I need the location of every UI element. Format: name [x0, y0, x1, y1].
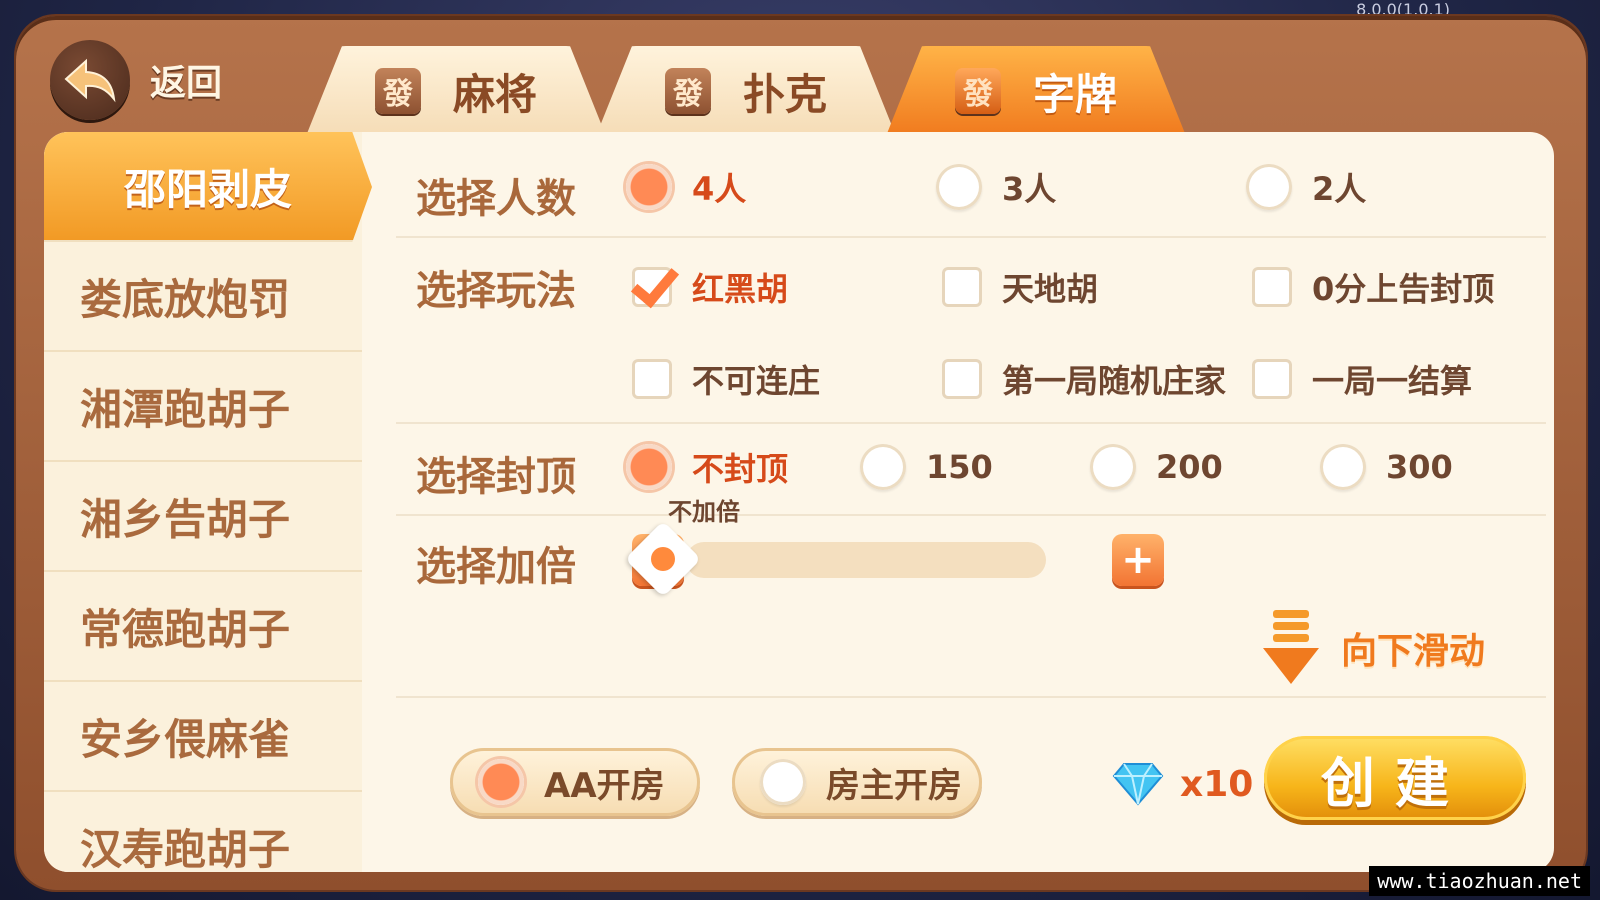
- radio-icon: [1246, 164, 1292, 210]
- cap-option-none[interactable]: 不封顶: [626, 444, 788, 490]
- tab-label: 麻将: [452, 69, 537, 119]
- scroll-hint-label: 向下滑动: [1341, 631, 1486, 672]
- checkbox-random-first-dealer[interactable]: 第一局随机庄家: [942, 356, 1226, 402]
- radio-icon: [1090, 444, 1136, 490]
- down-arrow-icon: [1263, 610, 1319, 684]
- cost-label: x10: [1180, 763, 1254, 805]
- cap-option-300[interactable]: 300: [1320, 444, 1453, 490]
- play-mode-row: 选择玩法 红黑胡 天地胡 0分上告封顶 不可连庄 第一局随机庄家 一局一结算: [396, 236, 1546, 424]
- fa-tile-icon: 發: [954, 68, 1001, 114]
- checkbox-tiandihu[interactable]: 天地胡: [942, 264, 1098, 310]
- cap-option-150[interactable]: 150: [860, 444, 993, 490]
- checkbox-per-round-settle[interactable]: 一局一结算: [1252, 356, 1472, 402]
- tab-label: 扑克: [742, 69, 827, 119]
- option-label: AA开房: [544, 765, 665, 806]
- checkbox-no-consecutive-dealer[interactable]: 不可连庄: [632, 356, 820, 402]
- sidebar-item-xiangtan-paohuzi[interactable]: 湘潭跑胡子: [44, 352, 362, 462]
- players-option-2[interactable]: 2人: [1246, 164, 1366, 210]
- aa-room-option[interactable]: AA开房: [450, 748, 700, 816]
- checkbox-zero-cap[interactable]: 0分上告封顶: [1252, 264, 1494, 310]
- tab-poker[interactable]: 發 扑克: [596, 46, 896, 136]
- sidebar-item-anxiang-weimaque[interactable]: 安乡偎麻雀: [44, 682, 362, 792]
- players-option-3[interactable]: 3人: [936, 164, 1056, 210]
- checkbox-hongheihu[interactable]: 红黑胡: [632, 264, 788, 310]
- slider-knob-dot-icon: [651, 547, 675, 571]
- radio-icon: [1320, 444, 1366, 490]
- back-button[interactable]: 返回: [50, 40, 222, 120]
- cap-option-200[interactable]: 200: [1090, 444, 1223, 490]
- back-label: 返回: [150, 63, 223, 104]
- fa-tile-icon: 發: [664, 68, 711, 114]
- option-label: 天地胡: [1002, 270, 1099, 308]
- room-config-frame: 返回 發 麻将 發 扑克 發 字牌 邵阳剥皮 娄底放炮罚 湘潭跑胡子 湘乡告胡子…: [16, 16, 1586, 890]
- checkbox-icon: [1252, 267, 1292, 307]
- option-label: 200: [1156, 448, 1223, 486]
- cap-row: 选择封顶 不封顶 150 200 300: [396, 422, 1546, 516]
- option-label: 3人: [1002, 170, 1057, 208]
- option-label: 150: [926, 448, 993, 486]
- players-row: 选择人数 4人 3人 2人: [396, 132, 1546, 238]
- radio-icon: [760, 759, 806, 805]
- sidebar-item-hanshou-paohuzi[interactable]: 汉寿跑胡子: [44, 792, 362, 873]
- settings-content: 选择人数 4人 3人 2人 选择玩法 红黑胡 天地胡 0分上告封顶 不可连庄 第…: [396, 132, 1546, 872]
- multiplier-plus-button[interactable]: +: [1112, 534, 1164, 586]
- option-label: 4人: [692, 170, 747, 208]
- host-room-option[interactable]: 房主开房: [732, 748, 982, 816]
- option-label: 红黑胡: [692, 270, 789, 308]
- players-label: 选择人数: [416, 176, 576, 222]
- option-label: 300: [1386, 448, 1453, 486]
- option-label: 不可连庄: [692, 362, 821, 400]
- multiplier-value-label: 不加倍: [668, 498, 740, 526]
- diamond-icon: [1112, 763, 1164, 806]
- room-cost: x10: [1112, 762, 1253, 806]
- option-label: 2人: [1312, 170, 1367, 208]
- cap-label: 选择封顶: [416, 454, 576, 500]
- sidebar-item-xiangxiang-gaohuzi[interactable]: 湘乡告胡子: [44, 462, 362, 572]
- tab-mahjong[interactable]: 發 麻将: [306, 46, 606, 136]
- radio-selected-icon: [478, 759, 524, 805]
- checkbox-icon: [942, 359, 982, 399]
- divider: [396, 696, 1546, 698]
- tab-word-cards[interactable]: 發 字牌: [886, 46, 1186, 136]
- tab-label: 字牌: [1032, 69, 1117, 119]
- multiplier-label: 选择加倍: [416, 544, 576, 590]
- settings-panel: 邵阳剥皮 娄底放炮罚 湘潭跑胡子 湘乡告胡子 常德跑胡子 安乡偎麻雀 汉寿跑胡子…: [44, 132, 1554, 872]
- radio-selected-icon: [626, 444, 672, 490]
- option-label: 0分上告封顶: [1312, 270, 1495, 308]
- option-label: 不封顶: [692, 450, 789, 488]
- multiplier-slider-track[interactable]: [686, 542, 1046, 578]
- fa-tile-icon: 發: [374, 68, 421, 114]
- radio-icon: [936, 164, 982, 210]
- players-option-4[interactable]: 4人: [626, 164, 746, 210]
- create-room-button[interactable]: 创建: [1264, 736, 1526, 820]
- play-mode-label: 选择玩法: [416, 268, 576, 314]
- game-list-sidebar[interactable]: 邵阳剥皮 娄底放炮罚 湘潭跑胡子 湘乡告胡子 常德跑胡子 安乡偎麻雀 汉寿跑胡子: [44, 132, 372, 873]
- checkbox-icon: [942, 267, 982, 307]
- option-label: 一局一结算: [1312, 362, 1473, 400]
- sidebar-item-shaoyang-boupi[interactable]: 邵阳剥皮: [44, 132, 372, 242]
- checkbox-icon: [1252, 359, 1292, 399]
- checkmark-icon: [632, 267, 672, 307]
- watermark: www.tiaozhuan.net: [1369, 866, 1590, 896]
- sidebar-item-changde-paohuzi[interactable]: 常德跑胡子: [44, 572, 362, 682]
- checkbox-icon: [632, 359, 672, 399]
- radio-selected-icon: [626, 164, 672, 210]
- scroll-down-hint: 向下滑动: [1261, 608, 1485, 688]
- option-label: 房主开房: [826, 765, 962, 806]
- option-label: 第一局随机庄家: [1002, 362, 1227, 400]
- back-arrow-icon: [50, 40, 130, 120]
- game-category-tabs: 發 麻将 發 扑克 發 字牌: [306, 46, 1186, 136]
- sidebar-item-loudi-fangpaofa[interactable]: 娄底放炮罚: [44, 242, 362, 352]
- radio-icon: [860, 444, 906, 490]
